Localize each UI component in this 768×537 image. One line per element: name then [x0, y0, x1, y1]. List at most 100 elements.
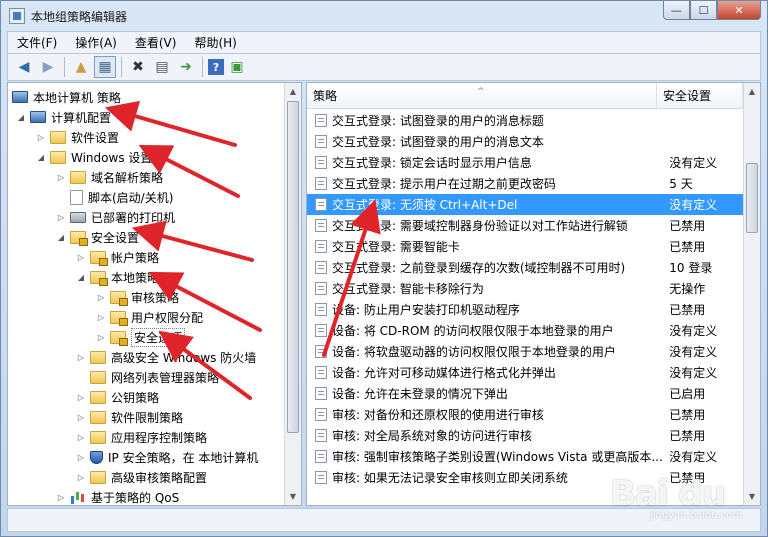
- policy-row[interactable]: 交互式登录: 之前登录到缓存的次数(域控制器不可用时) 10 登录: [307, 257, 743, 278]
- column-header-policy[interactable]: ^ 策略: [307, 83, 657, 109]
- collapse-arrow-icon[interactable]: ▷: [76, 253, 86, 262]
- collapse-arrow-icon[interactable]: ▷: [96, 293, 106, 302]
- list-scrollbar[interactable]: ▲ ▼: [743, 83, 760, 505]
- collapse-arrow-icon[interactable]: ▷: [36, 133, 46, 142]
- policy-setting-icon: [315, 366, 327, 379]
- security-folder-icon: [70, 230, 88, 246]
- collapse-arrow-icon[interactable]: ▷: [96, 333, 106, 342]
- tree-label: 审核策略: [131, 290, 180, 305]
- collapse-arrow-icon[interactable]: ▷: [76, 453, 86, 462]
- folder-icon: [90, 370, 106, 384]
- expand-arrow-icon[interactable]: ◢: [16, 113, 26, 122]
- tree-item-qos[interactable]: ▷ 基于策略的 QoS: [56, 487, 179, 505]
- back-arrow-icon[interactable]: ◀: [13, 56, 35, 78]
- sort-ascending-icon: ^: [477, 87, 485, 97]
- tree-item-advanced-audit[interactable]: ▷ 高级审核策略配置: [76, 467, 207, 487]
- scroll-thumb[interactable]: [746, 163, 758, 233]
- policy-row[interactable]: 审核: 对备份和还原权限的使用进行审核 已禁用: [307, 404, 743, 425]
- scroll-up-icon[interactable]: ▲: [744, 83, 760, 100]
- tree-item-ip-security[interactable]: ▷ IP 安全策略，在 本地计算机: [76, 447, 258, 467]
- scroll-thumb[interactable]: [287, 101, 299, 433]
- tree-item-audit-policy[interactable]: ▷ 审核策略: [96, 287, 179, 307]
- tree-item-user-rights[interactable]: ▷ 用户权限分配: [96, 307, 203, 327]
- policy-value: 10 登录: [669, 261, 713, 275]
- tree-item-name-resolution[interactable]: ▷ 域名解析策略: [56, 167, 163, 187]
- delete-icon[interactable]: ✖: [127, 56, 149, 78]
- tree-item-software-restriction[interactable]: ▷ 软件限制策略: [76, 407, 183, 427]
- title-bar[interactable]: 本地组策略编辑器 — ☐ ✕: [1, 1, 767, 31]
- help-icon[interactable]: ?: [208, 59, 224, 75]
- tree-item-app-control[interactable]: ▷ 应用程序控制策略: [76, 427, 207, 447]
- policy-row[interactable]: 审核: 强制审核策略子类别设置(Windows Vista 或更高版本... 没有…: [307, 446, 743, 467]
- policy-setting-icon: [315, 345, 327, 358]
- policy-row[interactable]: 设备: 将软盘驱动器的访问权限仅限于本地登录的用户 没有定义: [307, 341, 743, 362]
- menu-view[interactable]: 查看(V): [126, 33, 186, 53]
- collapse-arrow-icon[interactable]: ▷: [56, 493, 66, 502]
- tree-item-network-list[interactable]: 网络列表管理器策略: [76, 367, 219, 387]
- tree-item-security-settings[interactable]: ◢ 安全设置: [56, 227, 139, 247]
- tree-root[interactable]: 本地计算机 策略: [12, 87, 121, 107]
- export-list-icon[interactable]: ➜: [175, 56, 197, 78]
- tree-item-local-policies[interactable]: ◢ 本地策略: [76, 267, 159, 287]
- tree-item-printers[interactable]: ▷ 已部署的打印机: [56, 207, 175, 227]
- maximize-button[interactable]: ☐: [690, 1, 717, 20]
- minimize-button[interactable]: —: [663, 1, 690, 20]
- folder-icon: [70, 170, 86, 184]
- scroll-down-icon[interactable]: ▼: [744, 488, 760, 505]
- policy-row[interactable]: 审核: 对全局系统对象的访问进行审核 已禁用: [307, 425, 743, 446]
- tree-scrollbar[interactable]: ▲ ▼: [284, 83, 301, 505]
- tree-item-computer-config[interactable]: ◢ 计算机配置: [16, 107, 111, 127]
- policy-row[interactable]: 设备: 允许对可移动媒体进行格式化并弹出 没有定义: [307, 362, 743, 383]
- tree-item-software-settings[interactable]: ▷ 软件设置: [36, 127, 119, 147]
- expand-arrow-icon[interactable]: ◢: [76, 273, 86, 282]
- policy-row[interactable]: 交互式登录: 需要域控制器身份验证以对工作站进行解锁 已禁用: [307, 215, 743, 236]
- menu-action[interactable]: 操作(A): [66, 33, 126, 53]
- policy-row[interactable]: 交互式登录: 试图登录的用户的消息标题: [307, 110, 743, 131]
- expand-arrow-icon[interactable]: ◢: [36, 153, 46, 162]
- scroll-down-icon[interactable]: ▼: [285, 488, 301, 505]
- policy-row[interactable]: 设备: 允许在未登录的情况下弹出 已启用: [307, 383, 743, 404]
- tree-item-security-options[interactable]: ▷ 安全选项: [96, 327, 186, 347]
- policy-row[interactable]: 设备: 防止用户安装打印机驱动程序 已禁用: [307, 299, 743, 320]
- close-button[interactable]: ✕: [717, 1, 761, 20]
- collapse-arrow-icon[interactable]: ▷: [56, 213, 66, 222]
- properties-icon[interactable]: ▤: [151, 56, 173, 78]
- tree-item-windows-settings[interactable]: ◢ Windows 设置: [36, 147, 152, 167]
- collapse-arrow-icon[interactable]: ▷: [96, 313, 106, 322]
- printer-icon: [70, 211, 86, 223]
- collapse-arrow-icon[interactable]: ▷: [76, 433, 86, 442]
- policy-row[interactable]: 设备: 将 CD-ROM 的访问权限仅限于本地登录的用户 没有定义: [307, 320, 743, 341]
- tree-item-account-policies[interactable]: ▷ 帐户策略: [76, 247, 159, 267]
- tree-pane[interactable]: 本地计算机 策略 ◢ 计算机配置 ▷ 软件设置 ◢ Windows 设置 ▷ 域…: [7, 82, 302, 506]
- up-folder-icon[interactable]: ▲: [70, 56, 92, 78]
- collapse-arrow-icon[interactable]: ▷: [76, 353, 86, 362]
- column-header-security-setting[interactable]: 安全设置: [657, 83, 743, 109]
- tree-item-public-key[interactable]: ▷ 公钥策略: [76, 387, 159, 407]
- tree-item-scripts[interactable]: 脚本(启动/关机): [56, 187, 173, 207]
- policy-list-pane[interactable]: ^ 策略 安全设置 交互式登录: 试图登录的用户的消息标题 交互式登录: 试图登录…: [306, 82, 761, 506]
- menu-file[interactable]: 文件(F): [8, 33, 66, 53]
- collapse-arrow-icon[interactable]: ▷: [76, 473, 86, 482]
- forward-arrow-icon[interactable]: ▶: [37, 56, 59, 78]
- policy-setting-icon: [315, 324, 327, 337]
- policy-row[interactable]: 交互式登录: 提示用户在过期之前更改密码 5 天: [307, 173, 743, 194]
- collapse-arrow-icon[interactable]: ▷: [76, 393, 86, 402]
- policy-row[interactable]: 交互式登录: 试图登录的用户的消息文本: [307, 131, 743, 152]
- expand-arrow-icon[interactable]: ◢: [56, 233, 66, 242]
- policy-row[interactable]: 交互式登录: 无须按 Ctrl+Alt+Del 没有定义: [307, 194, 743, 215]
- column-header-label: 策略: [313, 89, 338, 103]
- policy-row[interactable]: 交互式登录: 需要智能卡 已禁用: [307, 236, 743, 257]
- filter-view-icon[interactable]: ▣: [226, 56, 248, 78]
- menu-help[interactable]: 帮助(H): [185, 33, 245, 53]
- tree-item-firewall[interactable]: ▷ 高级安全 Windows 防火墙: [76, 347, 256, 367]
- collapse-arrow-icon[interactable]: ▷: [76, 413, 86, 422]
- policy-row[interactable]: 交互式登录: 锁定会话时显示用户信息 没有定义: [307, 152, 743, 173]
- policy-row[interactable]: 审核: 如果无法记录安全审核则立即关闭系统 已禁用: [307, 467, 743, 488]
- list-header: ^ 策略 安全设置: [307, 83, 743, 109]
- scroll-up-icon[interactable]: ▲: [285, 83, 301, 100]
- show-hide-tree-icon[interactable]: ▦: [94, 56, 116, 78]
- policy-row[interactable]: 交互式登录: 智能卡移除行为 无操作: [307, 278, 743, 299]
- policy-name: 交互式登录: 之前登录到缓存的次数(域控制器不可用时): [332, 261, 626, 275]
- tree-label: 脚本(启动/关机): [88, 190, 174, 205]
- collapse-arrow-icon[interactable]: ▷: [56, 173, 66, 182]
